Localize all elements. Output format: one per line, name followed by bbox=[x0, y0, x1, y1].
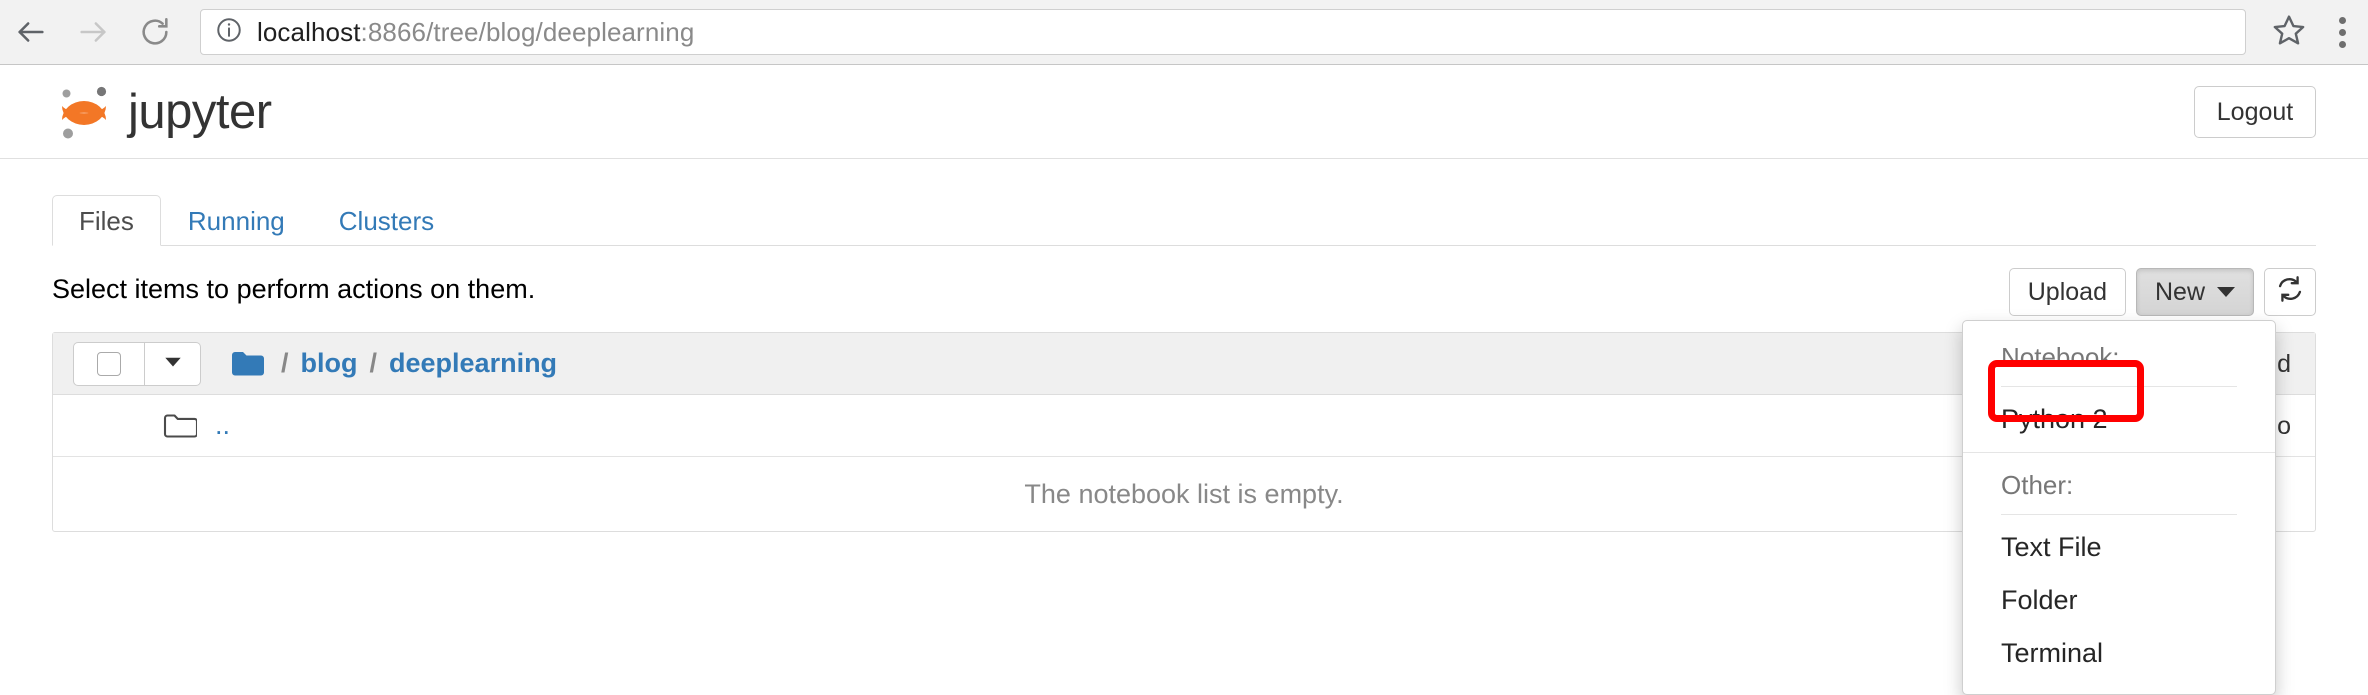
kebab-menu-icon bbox=[2338, 16, 2346, 48]
action-row: Select items to perform actions on them.… bbox=[52, 268, 2316, 324]
dropdown-item-python-2[interactable]: Python 2 bbox=[1963, 393, 2275, 446]
tab-bar: Files Running Clusters bbox=[52, 190, 2316, 246]
refresh-icon bbox=[2276, 275, 2304, 310]
jupyter-header: jupyter Logout bbox=[0, 66, 2368, 159]
toolbar-buttons: Upload New bbox=[2008, 268, 2316, 316]
select-all-checkbox-cell[interactable] bbox=[73, 341, 145, 386]
jupyter-logo-text: jupyter bbox=[128, 85, 272, 139]
dropdown-divider bbox=[2001, 514, 2237, 515]
dropdown-item-terminal[interactable]: Terminal bbox=[1963, 627, 2275, 680]
dropdown-item-text-file[interactable]: Text File bbox=[1963, 521, 2275, 574]
tab-clusters[interactable]: Clusters bbox=[312, 195, 461, 246]
select-all-control[interactable] bbox=[73, 341, 201, 386]
dropdown-divider bbox=[1963, 452, 2275, 453]
parent-directory-link[interactable]: .. bbox=[215, 410, 230, 441]
jupyter-logo[interactable]: jupyter bbox=[52, 80, 272, 144]
forward-arrow-icon bbox=[76, 15, 110, 49]
dropdown-divider bbox=[2001, 386, 2237, 387]
folder-icon[interactable] bbox=[231, 350, 265, 377]
dropdown-item-folder[interactable]: Folder bbox=[1963, 574, 2275, 627]
back-arrow-icon bbox=[14, 15, 48, 49]
breadcrumb-separator: / bbox=[281, 348, 289, 378]
refresh-button[interactable] bbox=[2264, 268, 2316, 316]
forward-button[interactable] bbox=[62, 1, 124, 63]
star-icon bbox=[2272, 13, 2306, 52]
browser-menu-button[interactable] bbox=[2316, 16, 2368, 48]
logout-button[interactable]: Logout bbox=[2194, 86, 2316, 138]
breadcrumb-item-blog[interactable]: blog bbox=[301, 348, 358, 379]
dropdown-header-other: Other: bbox=[2001, 470, 2074, 500]
jupyter-logo-icon bbox=[52, 80, 116, 144]
breadcrumb-separator: / bbox=[369, 348, 378, 378]
reload-icon bbox=[138, 15, 172, 49]
url-host: localhost bbox=[257, 16, 361, 47]
breadcrumb-item-deeplearning[interactable]: deeplearning bbox=[389, 348, 557, 379]
bookmark-button[interactable] bbox=[2262, 13, 2316, 52]
select-all-checkbox[interactable] bbox=[97, 351, 121, 376]
chevron-down-icon bbox=[162, 350, 184, 377]
select-items-hint: Select items to perform actions on them. bbox=[52, 274, 536, 304]
new-button[interactable]: New bbox=[2135, 268, 2254, 316]
tab-running[interactable]: Running bbox=[161, 195, 312, 246]
back-button[interactable] bbox=[0, 1, 62, 63]
url-bar[interactable]: localhost:8866/tree/blog/deeplearning bbox=[200, 9, 2246, 55]
breadcrumb: / blog / deeplearning bbox=[231, 348, 557, 379]
select-all-dropdown-button[interactable] bbox=[145, 341, 201, 386]
reload-button[interactable] bbox=[124, 1, 186, 63]
url-text: localhost:8866/tree/blog/deeplearning bbox=[257, 17, 694, 48]
upload-button[interactable]: Upload bbox=[2008, 268, 2126, 316]
info-circle-icon[interactable] bbox=[215, 16, 243, 49]
new-dropdown-menu: Notebook: Python 2 Other: Text File Fold… bbox=[1962, 320, 2276, 695]
url-path: :8866/tree/blog/deeplearning bbox=[360, 16, 695, 47]
browser-toolbar: localhost:8866/tree/blog/deeplearning bbox=[0, 0, 2368, 65]
chevron-down-icon bbox=[2217, 287, 2235, 297]
dropdown-header-notebook: Notebook: bbox=[2001, 342, 2120, 372]
new-button-label: New bbox=[2154, 277, 2205, 306]
folder-outline-icon bbox=[163, 412, 197, 440]
tab-files[interactable]: Files bbox=[52, 195, 161, 246]
